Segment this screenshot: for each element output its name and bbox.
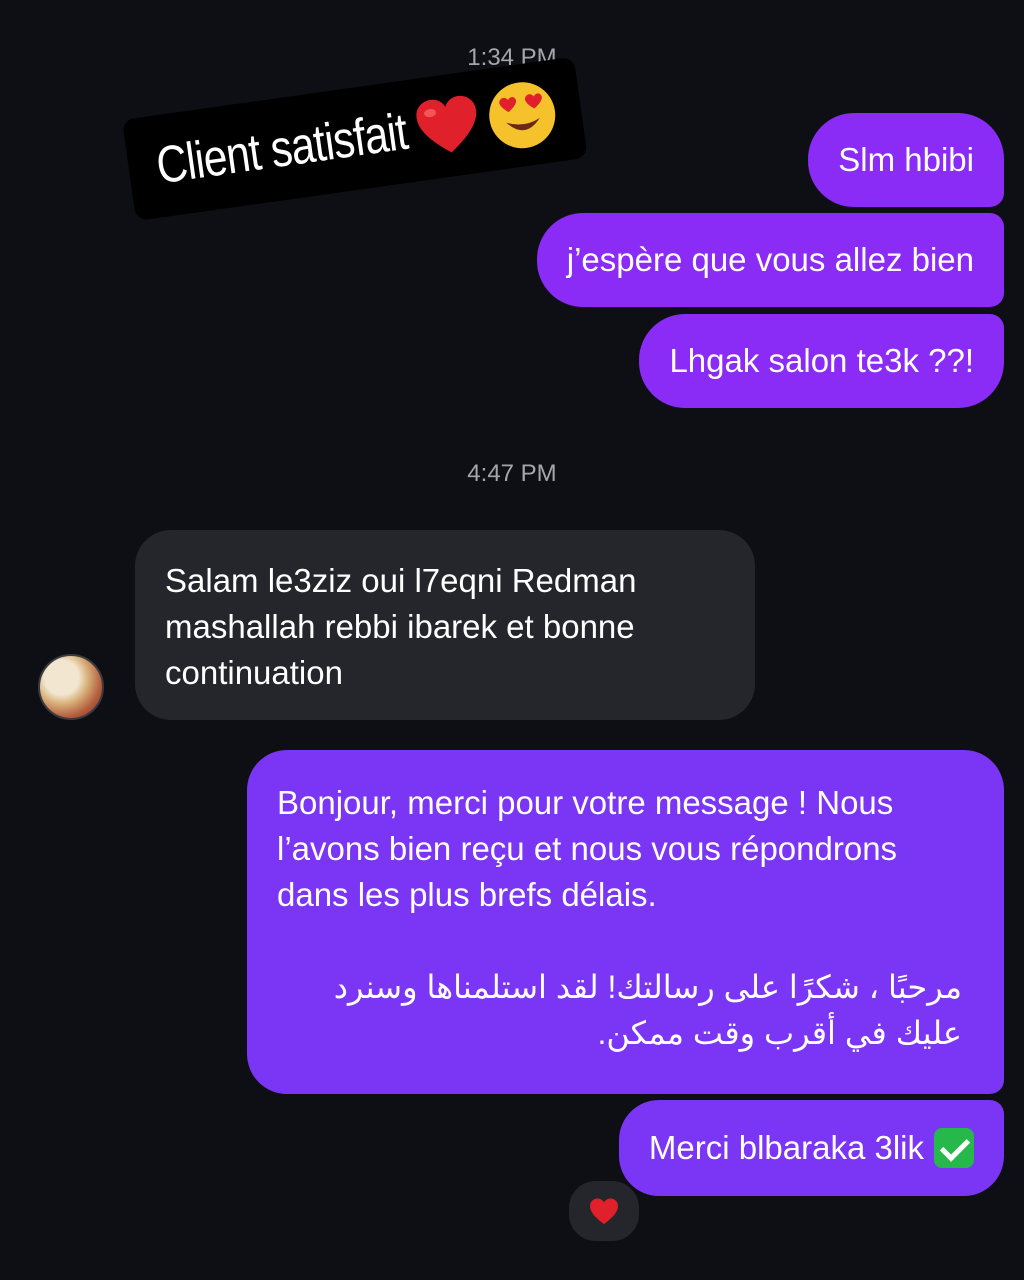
chat-thread: 1:34 PM Slm hbibi j’espère que vous alle… bbox=[0, 0, 1024, 1280]
heart-icon bbox=[590, 1197, 618, 1224]
message-text-arabic: مرحبًا ، شكرًا على رسالتك! لقد استلمناها… bbox=[333, 969, 962, 1051]
message-bubble-outgoing[interactable]: Lhgak salon te3k ??! bbox=[639, 314, 1004, 408]
message-bubble-outgoing[interactable]: j’espère que vous allez bien bbox=[536, 213, 1004, 307]
message-bubble-outgoing[interactable]: Merci blbaraka 3lik bbox=[618, 1100, 1004, 1196]
message-bubble-incoming[interactable]: Salam le3ziz oui l7eqni Redman mashallah… bbox=[135, 530, 755, 720]
avatar[interactable] bbox=[38, 654, 104, 720]
message-reaction[interactable] bbox=[566, 1178, 642, 1244]
message-text: Merci blbaraka 3lik bbox=[648, 1129, 924, 1166]
message-text: j’espère que vous allez bien bbox=[566, 241, 974, 278]
check-mark-icon bbox=[934, 1128, 974, 1168]
message-bubble-outgoing[interactable]: Slm hbibi bbox=[808, 113, 1004, 207]
heart-icon bbox=[416, 95, 476, 153]
message-text: Salam le3ziz oui l7eqni Redman mashallah… bbox=[165, 562, 637, 691]
message-text: Slm hbibi bbox=[838, 141, 974, 178]
sticker-text: Client satisfait bbox=[152, 102, 411, 196]
message-text-french: Bonjour, merci pour votre message ! Nous… bbox=[277, 784, 898, 913]
heart-eyes-icon bbox=[488, 82, 555, 149]
message-text: Lhgak salon te3k ??! bbox=[669, 342, 974, 379]
message-bubble-outgoing[interactable]: Bonjour, merci pour votre message ! Nous… bbox=[247, 750, 1004, 1094]
story-text-sticker: Client satisfait bbox=[122, 56, 588, 222]
timestamp: 4:47 PM bbox=[467, 460, 557, 487]
